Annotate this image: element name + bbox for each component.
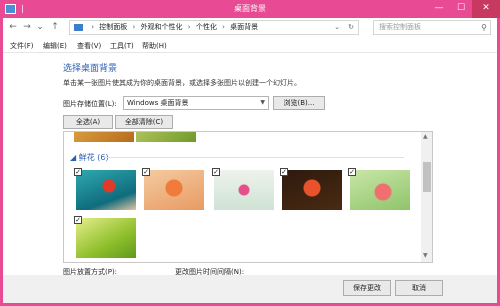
menu-bar: 文件(F) 编辑(E) 查看(V) 工具(T) 帮助(H) [3, 37, 497, 53]
page-title: 选择桌面背景 [63, 64, 118, 74]
footer-bar: 保存更改 取消 [3, 275, 497, 303]
location-select[interactable]: Windows 桌面背景 ▼ [123, 96, 269, 110]
search-input[interactable]: 搜索控制面板 ⚲ [373, 20, 491, 35]
breadcrumb-item[interactable]: 外观和个性化 [141, 23, 183, 31]
breadcrumb-separator: › [222, 23, 225, 31]
menu-file[interactable]: 文件(F) [10, 41, 34, 51]
wallpaper-thumbnail[interactable] [136, 132, 196, 142]
cancel-button[interactable]: 取消 [395, 280, 443, 296]
wallpaper-thumbnail[interactable]: ✓ [142, 168, 204, 210]
page-description: 单击某一张图片使其成为你的桌面背景，或选择多张图片以创建一个幻灯片。 [63, 79, 301, 87]
minimize-button[interactable]: — [428, 0, 450, 18]
checkbox-icon[interactable]: ✓ [74, 168, 82, 176]
breadcrumb-item[interactable]: 桌面背景 [230, 23, 258, 31]
menu-edit[interactable]: 编辑(E) [43, 41, 67, 51]
chevron-down-icon[interactable]: ⌄ [334, 21, 340, 34]
group-divider [104, 157, 404, 158]
checkbox-icon[interactable]: ✓ [212, 168, 220, 176]
menu-help[interactable]: 帮助(H) [142, 41, 167, 51]
close-button[interactable]: ✕ [472, 0, 500, 18]
wallpaper-thumbnail[interactable]: ✓ [74, 216, 136, 258]
wallpaper-thumbnail[interactable]: ✓ [212, 168, 274, 210]
wallpaper-thumbnail[interactable]: ✓ [280, 168, 342, 210]
control-panel-icon [74, 23, 83, 31]
scrollbar-thumb[interactable] [423, 162, 431, 192]
title-bar: 桌面背景 — ☐ ✕ [0, 0, 500, 18]
search-placeholder: 搜索控制面板 [379, 23, 421, 31]
breadcrumb[interactable]: › 控制面板 › 外观和个性化 › 个性化 › 桌面背景 ⌄ ↻ [69, 20, 359, 35]
breadcrumb-separator: › [91, 23, 95, 31]
menu-tools[interactable]: 工具(T) [110, 41, 134, 51]
main-content: 选择桌面背景 单击某一张图片使其成为你的桌面背景，或选择多张图片以创建一个幻灯片… [3, 53, 497, 276]
search-icon[interactable]: ⚲ [481, 21, 487, 34]
browse-button[interactable]: 浏览(B)... [273, 96, 325, 110]
maximize-button[interactable]: ☐ [450, 0, 472, 18]
checkbox-icon[interactable]: ✓ [74, 216, 82, 224]
scroll-up-icon[interactable]: ▲ [423, 133, 428, 140]
gallery-scrollbar[interactable]: ▲ ▼ [421, 132, 432, 262]
breadcrumb-item[interactable]: 控制面板 [99, 23, 127, 31]
wallpaper-thumbnail[interactable] [74, 132, 134, 142]
save-changes-button[interactable]: 保存更改 [343, 280, 391, 296]
back-arrow-icon[interactable]: ← [7, 21, 19, 33]
address-bar: ← → ⌄ ↑ › 控制面板 › 外观和个性化 › 个性化 › 桌面背景 ⌄ ↻… [3, 18, 497, 37]
window-title: 桌面背景 [234, 4, 266, 13]
breadcrumb-separator: › [132, 23, 136, 31]
menu-view[interactable]: 查看(V) [77, 41, 101, 51]
location-select-value: Windows 桌面背景 [127, 99, 189, 107]
clear-all-button[interactable]: 全部清除(C) [115, 115, 173, 129]
dropdown-arrow-icon[interactable]: ▼ [260, 97, 265, 109]
up-arrow-icon[interactable]: ↑ [49, 21, 61, 33]
refresh-icon[interactable]: ↻ [348, 21, 354, 34]
wallpaper-gallery: ◢ 鲜花 (6) ✓ ✓ ✓ ✓ ✓ ✓ ▲ ▼ [63, 131, 433, 263]
checkbox-icon[interactable]: ✓ [142, 168, 150, 176]
group-header-flowers[interactable]: ◢ 鲜花 (6) [70, 152, 109, 163]
recent-pages-icon[interactable]: ⌄ [34, 21, 46, 33]
scroll-down-icon[interactable]: ▼ [423, 252, 428, 259]
checkbox-icon[interactable]: ✓ [348, 168, 356, 176]
location-label: 图片存储位置(L): [63, 100, 117, 108]
wallpaper-thumbnail[interactable]: ✓ [348, 168, 410, 210]
breadcrumb-separator: › [187, 23, 191, 31]
forward-arrow-icon[interactable]: → [21, 21, 33, 33]
checkbox-icon[interactable]: ✓ [280, 168, 288, 176]
breadcrumb-item[interactable]: 个性化 [196, 23, 217, 31]
select-all-button[interactable]: 全选(A) [63, 115, 113, 129]
wallpaper-thumbnail[interactable]: ✓ [74, 168, 136, 210]
